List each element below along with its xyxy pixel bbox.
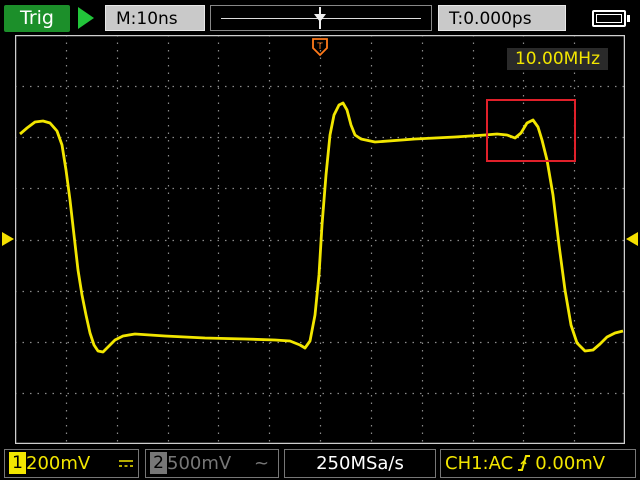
trigger-time-readout[interactable]: T:0.000ps: [438, 5, 566, 31]
trigger-marker-glyph: T: [316, 42, 323, 52]
rising-edge-icon: [518, 455, 531, 471]
trigger-level: 0.00mV: [535, 453, 606, 474]
trigger-status-label[interactable]: Trig: [4, 5, 70, 32]
waveform-screen: [15, 35, 625, 444]
horizontal-position-bar[interactable]: [210, 5, 432, 31]
top-status-bar: Trig M:10ns T:0.000ps: [0, 0, 640, 36]
trigger-info-box[interactable]: CH1:AC 0.00mV: [440, 449, 636, 478]
trigger-level-marker-icon[interactable]: [626, 232, 638, 246]
dc-coupling-icon: [119, 460, 133, 467]
ch2-scale: 500mV: [167, 453, 232, 474]
ch2-number: 2: [150, 452, 167, 474]
ch1-ground-level-marker-icon[interactable]: [2, 232, 14, 246]
trigger-source: CH1:AC: [445, 453, 514, 474]
bottom-status-bar: 1 200mV 2 500mV ~ 250MSa/s CH1:AC 0.00mV: [0, 446, 640, 480]
ch2-scale-box[interactable]: 2 500mV ~: [145, 449, 279, 478]
ch1-scale: 200mV: [26, 453, 91, 474]
trigger-position-marker-icon[interactable]: T: [312, 38, 328, 56]
highlight-box: [486, 99, 576, 162]
position-arrow-icon: [314, 14, 326, 22]
ch1-number: 1: [9, 452, 26, 474]
sample-rate-readout: 250MSa/s: [284, 449, 436, 478]
run-state-play-icon[interactable]: [78, 7, 94, 29]
battery-icon: [592, 10, 630, 27]
ch1-scale-box[interactable]: 1 200mV: [4, 449, 139, 478]
timebase-readout[interactable]: M:10ns: [105, 5, 205, 31]
frequency-readout: 10.00MHz: [507, 48, 608, 70]
ch2-ac-coupling-icon: ~: [254, 453, 270, 474]
